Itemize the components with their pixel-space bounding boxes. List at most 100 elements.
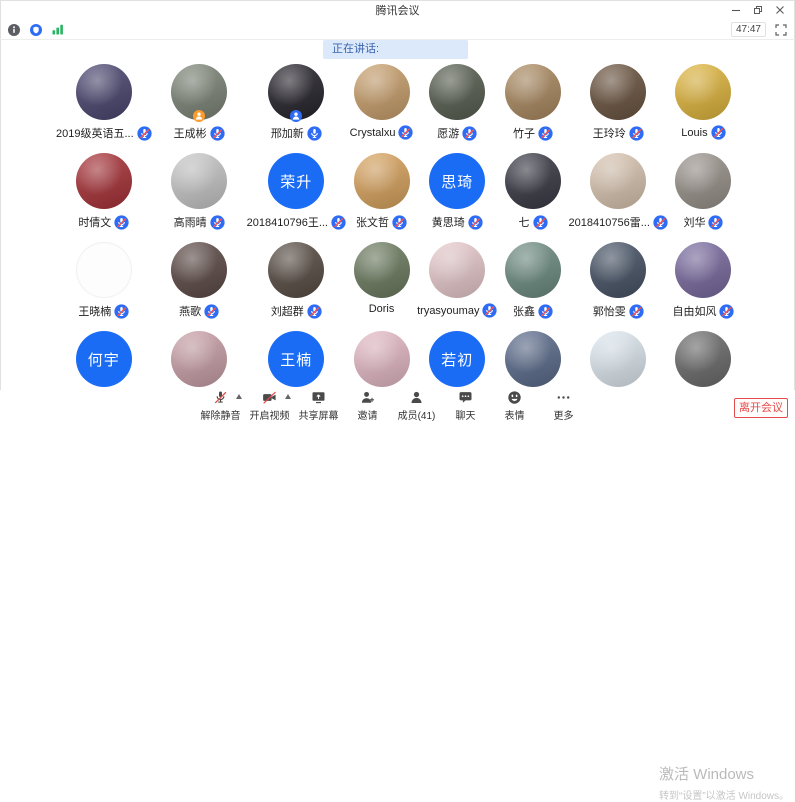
participant-name: Louis [681, 127, 707, 139]
minimize-button[interactable] [725, 0, 747, 20]
mic-muted-icon[interactable] [331, 215, 346, 230]
participant-avatar [354, 64, 410, 120]
participant-tile[interactable]: 张文哲 [346, 153, 417, 242]
participant-tile[interactable]: 张鑫 [497, 242, 568, 331]
mic-muted-icon[interactable] [210, 126, 225, 141]
participant-name: 邢加新 [271, 125, 304, 141]
participant-name: 燕歌 [179, 303, 201, 319]
mic-muted-icon[interactable] [533, 215, 548, 230]
toolbar-item-label: 开启视频 [250, 407, 290, 422]
toolbar-item-invite[interactable]: 邀请 [343, 390, 392, 422]
mic-muted-icon[interactable] [538, 304, 553, 319]
mic-muted-icon[interactable] [114, 215, 129, 230]
participant-tile[interactable]: Crystalxu [346, 64, 417, 153]
participant-name: 张文哲 [356, 214, 389, 230]
toolbar-item-mic-slash[interactable]: 解除静音 [196, 390, 245, 422]
participant-initials-avatar: 若初 [429, 331, 485, 387]
participant-tile[interactable]: 时倩文 [56, 153, 152, 242]
participant-avatar [76, 64, 132, 120]
mic-muted-icon[interactable] [629, 126, 644, 141]
mic-muted-icon[interactable] [462, 126, 477, 141]
participant-avatar [505, 242, 561, 298]
participant-name: 黄思琦 [432, 214, 465, 230]
toolbar-item-label: 更多 [554, 407, 574, 422]
camera-slash-icon [262, 390, 277, 405]
watermark-line1: 激活 Windows [659, 763, 789, 784]
title-bar: 腾讯会议 [0, 0, 795, 20]
participant-tile[interactable]: 燕歌 [152, 242, 247, 331]
mic-muted-icon[interactable] [204, 304, 219, 319]
mic-muted-icon[interactable] [468, 215, 483, 230]
toolbar-item-screen-share[interactable]: 共享屏幕 [294, 390, 343, 422]
mic-muted-icon[interactable] [398, 125, 413, 140]
participant-tile[interactable]: 刘华 [668, 153, 739, 242]
participant-name: 刘超群 [271, 303, 304, 319]
mic-muted-icon[interactable] [711, 125, 726, 140]
participant-tile[interactable]: 郭怡雯 [569, 242, 668, 331]
mic-on-icon[interactable] [307, 126, 322, 141]
toolbar-item-label: 成员(41) [398, 407, 436, 422]
invite-icon [360, 390, 375, 405]
emoji-icon [507, 390, 522, 405]
mic-muted-icon[interactable] [307, 304, 322, 319]
participant-tile[interactable]: 王成彬 [152, 64, 247, 153]
participant-tile[interactable]: 愿游 [417, 64, 497, 153]
toolbar-item-label: 邀请 [358, 407, 378, 422]
toolbar-item-emoji[interactable]: 表情 [490, 390, 539, 422]
caret-up-icon[interactable] [285, 394, 291, 399]
chat-icon [458, 390, 473, 405]
toolbar-item-chat[interactable]: 聊天 [441, 390, 490, 422]
participant-name: 王玲玲 [593, 125, 626, 141]
toolbar-item-members[interactable]: 成员(41) [392, 390, 441, 422]
restore-button[interactable] [747, 0, 769, 20]
participant-tile[interactable]: 高雨晴 [152, 153, 247, 242]
network-signal-icon[interactable] [52, 24, 64, 35]
participant-grid: 2019级英语五...王成彬邢加新 Crystalxu愿游竹子王玲玲 Louis 时倩… [56, 64, 739, 420]
mic-muted-icon[interactable] [137, 126, 152, 141]
meeting-security-shield-icon[interactable] [30, 24, 42, 36]
leave-meeting-button[interactable]: 离开会议 [734, 398, 788, 418]
mic-muted-icon[interactable] [392, 215, 407, 230]
toolbar-item-label: 共享屏幕 [299, 407, 339, 422]
participant-initials-avatar: 思琦 [429, 153, 485, 209]
participant-tile[interactable]: tryasyoumay [417, 242, 497, 331]
screen-share-icon [311, 390, 326, 405]
mic-muted-icon[interactable] [114, 304, 129, 319]
mic-muted-icon[interactable] [210, 215, 225, 230]
window-controls [725, 0, 791, 20]
participant-avatar [675, 331, 731, 387]
mic-muted-icon[interactable] [538, 126, 553, 141]
participant-tile[interactable]: 王晓楠 [56, 242, 152, 331]
mic-muted-icon[interactable] [708, 215, 723, 230]
participant-tile[interactable]: 刘超群 [247, 242, 346, 331]
participant-name: 郭怡雯 [593, 303, 626, 319]
participant-tile[interactable]: 邢加新 [247, 64, 346, 153]
watermark-line2: 转到“设置”以激活 Windows。 [659, 787, 789, 802]
participant-tile[interactable]: 思琦黄思琦 [417, 153, 497, 242]
close-button[interactable] [769, 0, 791, 20]
caret-up-icon[interactable] [236, 394, 242, 399]
participant-tile[interactable]: 自由如风 [668, 242, 739, 331]
participant-tile[interactable]: 2018410756雷... [569, 153, 668, 242]
meeting-status-bar: 47:47 [0, 20, 795, 40]
toolbar-item-more[interactable]: 更多 [539, 390, 588, 422]
participant-name: 自由如风 [672, 303, 716, 319]
participant-tile[interactable]: 竹子 [497, 64, 568, 153]
fullscreen-icon[interactable] [775, 24, 787, 36]
mic-muted-icon[interactable] [653, 215, 668, 230]
participant-tile[interactable]: 荣升2018410796王... [247, 153, 346, 242]
participant-name: 2018410756雷... [569, 214, 650, 230]
participant-tile[interactable]: 2019级英语五... [56, 64, 152, 153]
participant-tile[interactable]: Louis [668, 64, 739, 153]
mic-muted-icon[interactable] [629, 304, 644, 319]
participant-tile[interactable]: Doris [346, 242, 417, 331]
participant-tile[interactable]: 七 [497, 153, 568, 242]
meeting-timer: 47:47 [731, 22, 766, 37]
mic-muted-icon[interactable] [482, 303, 497, 318]
participant-tile[interactable]: 王玲玲 [569, 64, 668, 153]
participant-role-badge-icon [193, 110, 205, 122]
participant-initials-avatar: 王楠 [268, 331, 324, 387]
mic-muted-icon[interactable] [719, 304, 734, 319]
meeting-info-icon[interactable] [8, 24, 20, 36]
toolbar-item-camera-slash[interactable]: 开启视频 [245, 390, 294, 422]
